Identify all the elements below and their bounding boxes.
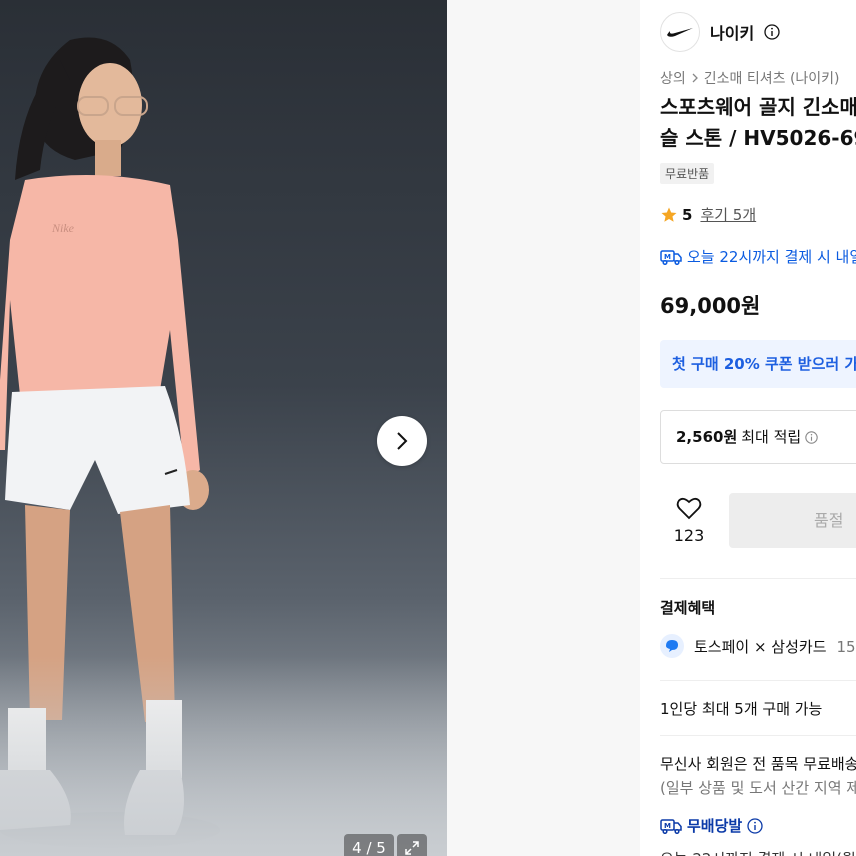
product-title-line1: 스포츠웨어 골지 긴소매 <box>660 95 856 119</box>
gallery-margin <box>447 0 640 856</box>
svg-text:Nike: Nike <box>51 221 75 235</box>
rating-score: 5 <box>682 205 693 224</box>
free-shipping-row[interactable]: M 무배당발 <box>660 815 763 836</box>
reviews-link[interactable]: 후기 5개 <box>700 204 756 225</box>
purchase-limit: 1인당 최대 5개 구매 가능 <box>660 700 823 718</box>
like-count: 123 <box>673 526 705 545</box>
points-amount: 2,560원 <box>676 428 738 446</box>
product-price: 69,000원 <box>660 294 761 318</box>
tosspay-icon <box>660 634 684 658</box>
delivery-cutoff-text: 오늘 22시까지 결제 시 내일(월) <box>660 848 856 856</box>
info-icon[interactable] <box>764 24 780 40</box>
pay-name: 토스페이 × 삼성카드 <box>694 637 827 656</box>
product-image-gallery[interactable]: Nike 4 / 5 <box>0 0 447 856</box>
breadcrumb: 상의 긴소매 티셔츠 (나이키) <box>660 68 840 88</box>
svg-text:M: M <box>664 253 671 261</box>
delivery-truck-icon: M <box>660 249 682 265</box>
like-button[interactable]: 123 <box>668 496 710 545</box>
image-counter: 4 / 5 <box>344 834 394 856</box>
breadcrumb-category[interactable]: 상의 <box>660 68 686 88</box>
product-title-line2: 슬 스톤 / HV5026-69 <box>660 126 856 150</box>
rating-row: 5 후기 5개 <box>660 204 756 225</box>
divider <box>660 578 856 579</box>
expand-icon <box>405 841 419 855</box>
divider <box>660 735 856 736</box>
free-return-badge: 무료반품 <box>660 163 715 184</box>
product-title: 스포츠웨어 골지 긴소매 슬 스톤 / HV5026-69 <box>660 92 856 154</box>
member-shipping-info: 무신사 회원은 전 품목 무료배송 (일부 상품 및 도서 산간 지역 제 <box>660 752 856 800</box>
divider <box>660 680 856 681</box>
next-image-button[interactable] <box>377 416 427 466</box>
info-icon[interactable] <box>747 817 763 834</box>
svg-text:M: M <box>664 822 671 830</box>
member-line1: 무신사 회원은 전 품목 무료배송 <box>660 755 856 773</box>
payment-benefit-row[interactable]: 토스페이 × 삼성카드 15만 <box>660 634 856 658</box>
chevron-right-icon <box>397 432 408 450</box>
nike-swoosh-icon[interactable] <box>660 12 700 52</box>
pay-detail: 15만 <box>836 637 856 656</box>
brand-row[interactable]: 나이키 <box>660 12 780 52</box>
delivery-truck-icon: M <box>660 818 682 834</box>
points-box: 2,560원 최대 적립 <box>660 410 856 464</box>
info-icon[interactable] <box>805 430 818 444</box>
star-icon <box>661 207 677 222</box>
points-label: 최대 적립 <box>741 428 802 446</box>
floor-shade <box>0 656 447 856</box>
breadcrumb-subcategory[interactable]: 긴소매 티셔츠 (나이키) <box>704 68 840 88</box>
benefits-title: 결제혜택 <box>660 599 716 617</box>
member-line2: (일부 상품 및 도서 산간 지역 제 <box>660 779 856 797</box>
heart-icon <box>676 497 702 520</box>
product-info-panel: 나이키 상의 긴소매 티셔츠 (나이키) 스포츠웨어 골지 긴소매 슬 스톤 /… <box>640 0 856 856</box>
free-shipping-label: 무배당발 <box>687 817 743 835</box>
brand-name[interactable]: 나이키 <box>710 20 754 44</box>
chevron-right-icon <box>692 73 698 83</box>
expand-image-button[interactable] <box>397 834 427 856</box>
soldout-button[interactable]: 품절 <box>729 493 856 548</box>
delivery-text: 오늘 22시까지 결제 시 내일 <box>687 248 856 266</box>
first-purchase-coupon-button[interactable]: 첫 구매 20% 쿠폰 받으러 가기 <box>660 340 856 388</box>
delivery-info[interactable]: M 오늘 22시까지 결제 시 내일 <box>660 246 856 267</box>
